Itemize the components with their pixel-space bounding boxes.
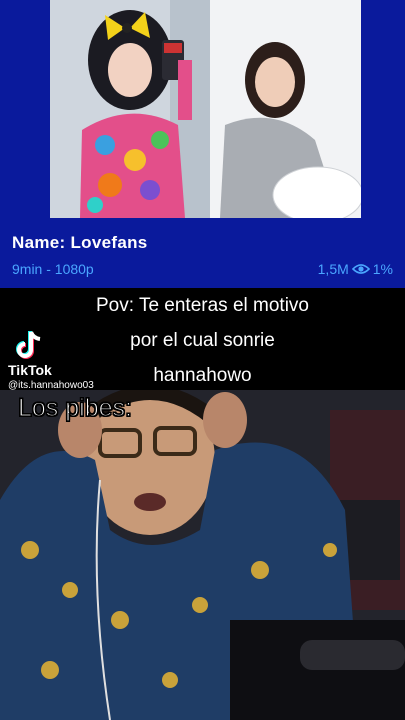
thumbnail-image [50,0,361,218]
card-title: Name: Lovefans [12,233,148,252]
duration-resolution: 9min - 1080p [12,261,94,277]
tiktok-icon [16,331,41,359]
video-thumbnail[interactable] [50,0,361,218]
reaction-video[interactable] [0,390,405,720]
caption-text: Pov: Te enteras el motivo por el cual so… [0,288,405,388]
views-count: 1,5M [317,261,349,277]
caption-line-1: Pov: Te enteras el motivo [96,295,309,316]
video-card[interactable]: Name: Lovefans 9min - 1080p 1,5M 1% [0,0,405,288]
tiktok-brand: TikTok [8,362,52,378]
video-overlay-text: Los pibes: [17,393,132,422]
caption-line-2: por el cual sonrie [130,330,275,351]
percent-value: 1% [372,261,393,277]
reaction-video-frame [0,390,405,720]
eye-icon [351,264,370,274]
card-stats: 1,5M 1% [318,261,393,277]
